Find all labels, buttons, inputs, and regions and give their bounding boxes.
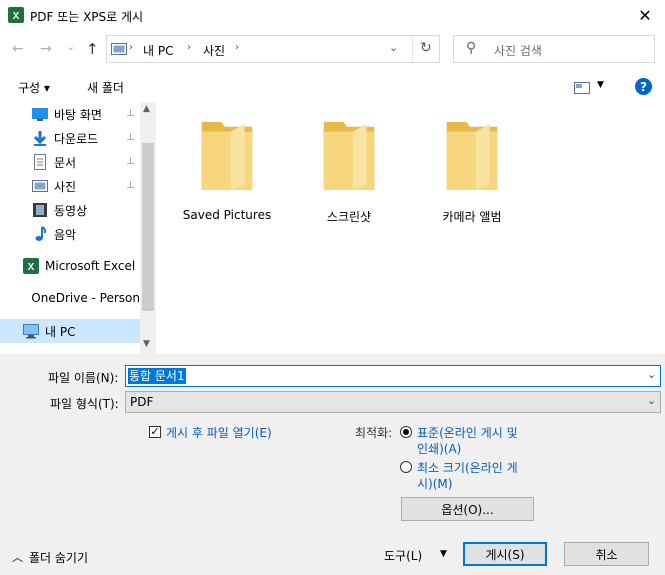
pin-icon[interactable]: ⊥ — [126, 156, 135, 167]
sidebar-item-label: 동영상 — [54, 203, 88, 218]
search-box[interactable]: ⚲ 사진 검색 — [453, 35, 655, 63]
breadcrumb-separator: › — [129, 42, 133, 53]
open-after-label[interactable]: 게시 후 파일 열기(E) — [166, 424, 272, 441]
sidebar-item-label: 바탕 화면 — [54, 107, 102, 122]
filetype-dropdown-icon[interactable]: ⌄ — [647, 394, 656, 407]
sidebar-item-documents[interactable]: 문서 — [32, 151, 76, 173]
onedrive-icon — [25, 296, 26, 302]
scroll-down-icon[interactable]: ▼ — [143, 339, 150, 349]
address-bar[interactable]: › 내 PC › 사진 › ⌄ ↻ — [106, 35, 440, 63]
address-dropdown-icon[interactable]: ⌄ — [389, 41, 398, 54]
title-bar: X PDF 또는 XPS로 게시 ✕ — [0, 0, 665, 30]
publish-button[interactable]: 게시(S) — [463, 542, 547, 566]
sidebar-item-label: OneDrive - Person — [31, 291, 140, 305]
folder-icon — [201, 121, 253, 191]
sidebar-item-music[interactable]: 음악 — [32, 223, 76, 245]
view-icon[interactable] — [574, 82, 590, 94]
filetype-select[interactable]: PDF ⌄ — [125, 391, 661, 413]
pc-icon — [23, 324, 39, 339]
filename-dropdown-icon[interactable]: ⌄ — [647, 368, 656, 381]
optimize-label: 최적화: — [355, 426, 393, 440]
music-icon — [35, 226, 47, 241]
options-button[interactable]: 옵션(O)... — [401, 497, 534, 521]
back-button[interactable]: ← — [12, 41, 24, 57]
filename-field[interactable]: 통합 문서1 ⌄ — [125, 365, 661, 387]
view-dropdown-icon[interactable]: ▼ — [597, 80, 604, 90]
folder-item[interactable]: 스크린샷 — [299, 118, 399, 225]
standard-label[interactable]: 표준(온라인 게시 및 — [417, 424, 518, 441]
refresh-icon[interactable]: ↻ — [420, 40, 432, 56]
sidebar-item-pictures[interactable]: 사진 — [32, 175, 76, 197]
sidebar-item-videos[interactable]: 동영상 — [32, 199, 87, 221]
sidebar-item-desktop[interactable]: 바탕 화면 — [32, 103, 102, 125]
folder-item[interactable]: 카메라 앨범 — [422, 118, 522, 225]
toolbar: 구성 ▾ 새 폴더 ▼ ? — [0, 72, 665, 102]
search-input[interactable]: 사진 검색 — [494, 42, 542, 59]
picture-icon — [32, 180, 48, 192]
sidebar-item-label: 다운로드 — [54, 131, 99, 146]
window-title: PDF 또는 XPS로 게시 — [30, 10, 144, 24]
download-icon — [33, 131, 47, 146]
sidebar-item-label: 내 PC — [45, 324, 76, 339]
sidebar-item-onedrive[interactable]: OneDrive - Person — [23, 287, 140, 309]
sidebar-item-pc[interactable]: 내 PC — [23, 320, 75, 342]
tools-dropdown-icon[interactable]: ▼ — [440, 549, 447, 559]
scroll-up-icon[interactable]: ▲ — [143, 104, 150, 114]
breadcrumb-separator: › — [235, 42, 239, 53]
svg-text:X: X — [28, 262, 35, 273]
collapse-chevron-icon[interactable]: ︿ — [12, 549, 23, 565]
help-icon[interactable]: ? — [635, 78, 652, 95]
filename-label: 파일 이름(N): — [48, 371, 119, 385]
cancel-button[interactable]: 취소 — [564, 542, 649, 566]
recent-locations-dropdown[interactable]: ⌄ — [66, 40, 75, 53]
desktop-icon — [32, 108, 48, 121]
minimum-size-radio[interactable] — [400, 461, 412, 473]
standard-radio[interactable] — [400, 426, 412, 438]
organize-menu[interactable]: 구성 ▾ — [18, 79, 50, 96]
standard-label-cont[interactable]: 인쇄)(A) — [417, 440, 461, 457]
svg-text:X: X — [13, 11, 20, 22]
sidebar-item-downloads[interactable]: 다운로드 — [32, 127, 98, 149]
breadcrumb-item-pictures[interactable]: 사진 — [203, 42, 225, 59]
document-icon — [34, 154, 46, 170]
breadcrumb-separator: › — [187, 42, 191, 53]
close-button[interactable]: ✕ — [625, 0, 665, 30]
sidebar-item-label: 사진 — [54, 179, 77, 194]
sidebar-scrollbar-thumb[interactable] — [142, 143, 154, 311]
new-folder-button[interactable]: 새 폴더 — [87, 79, 124, 96]
breadcrumb-item-pc[interactable]: 내 PC — [143, 42, 173, 59]
minimum-size-label-cont[interactable]: 시)(M) — [417, 475, 452, 492]
video-icon — [33, 203, 47, 217]
folder-label: 카메라 앨범 — [442, 210, 502, 224]
filetype-label: 파일 형식(T): — [50, 397, 119, 411]
excel-app-icon: X — [8, 7, 24, 23]
filename-input[interactable]: 통합 문서1 — [128, 368, 186, 384]
filetype-value: PDF — [130, 395, 154, 409]
excel-icon: X — [23, 258, 39, 274]
tools-menu[interactable]: 도구(L) — [384, 547, 422, 564]
open-after-checkbox[interactable]: ✓ — [149, 426, 161, 438]
folder-icon — [323, 121, 375, 191]
search-icon: ⚲ — [466, 40, 477, 56]
folder-label: Saved Pictures — [182, 208, 272, 222]
hide-folders-button[interactable]: 폴더 숨기기 — [29, 549, 88, 566]
divider — [412, 36, 413, 62]
folder-label: 스크린샷 — [326, 210, 372, 224]
pin-icon[interactable]: ⊥ — [126, 180, 135, 191]
forward-button[interactable]: → — [40, 41, 52, 57]
pin-icon[interactable]: ⊥ — [126, 108, 135, 119]
sidebar-item-excel[interactable]: X Microsoft Excel — [23, 255, 135, 277]
sidebar-item-label: 음악 — [54, 227, 77, 242]
sidebar-item-label: 문서 — [54, 155, 77, 170]
folder-item[interactable]: Saved Pictures — [177, 118, 277, 222]
folder-icon — [446, 121, 498, 191]
sidebar-item-label: Microsoft Excel — [45, 259, 136, 273]
picture-folder-icon — [111, 43, 127, 55]
up-button[interactable]: ↑ — [86, 40, 99, 58]
pin-icon[interactable]: ⊥ — [126, 132, 135, 143]
minimum-size-label[interactable]: 최소 크기(온라인 게 — [417, 459, 518, 476]
